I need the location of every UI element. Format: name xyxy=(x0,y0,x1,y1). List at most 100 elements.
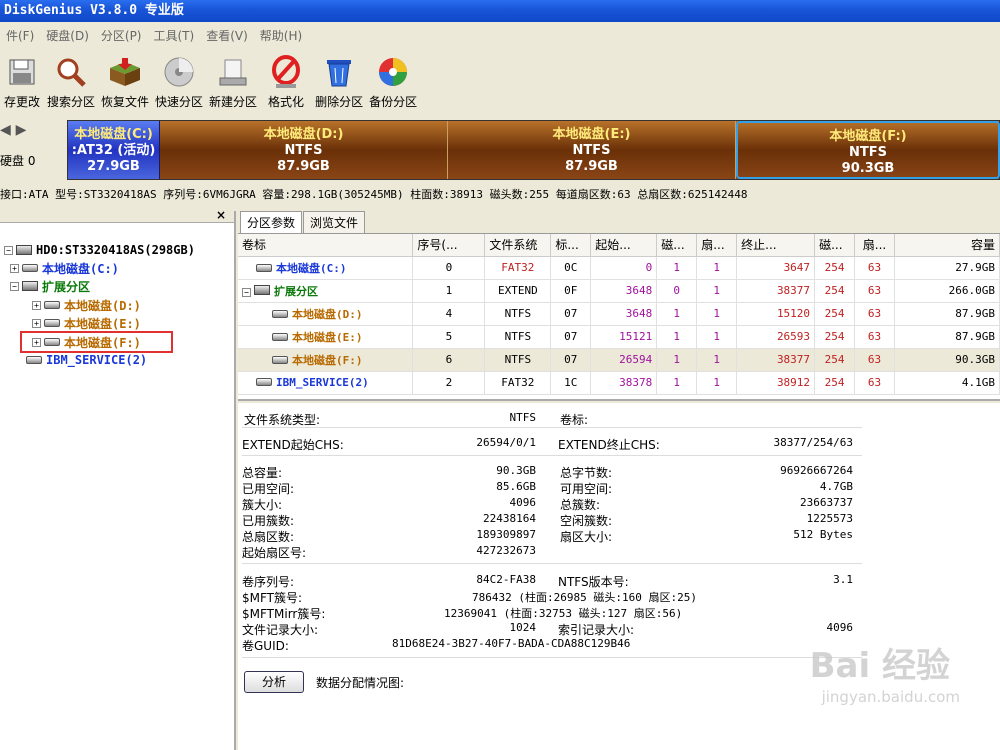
ntfs-version-label: NTFS版本号: xyxy=(558,575,629,589)
col-header-flag[interactable]: 标... xyxy=(550,234,592,257)
quick-partition-button[interactable]: 快速分区 xyxy=(152,48,206,110)
partition-icon xyxy=(44,301,60,309)
partition-icon xyxy=(26,356,42,364)
col-header-end[interactable]: 终止... xyxy=(736,234,816,257)
col-header-head1[interactable]: 磁... xyxy=(656,234,698,257)
menu-file[interactable]: 件(F) xyxy=(0,27,40,44)
disk-nav-arrows[interactable]: ◀ ▶ xyxy=(0,122,26,138)
partition-segment-e[interactable]: 本地磁盘(E:) NTFS 87.9GB xyxy=(448,121,736,179)
format-button[interactable]: 格式化 xyxy=(260,48,312,110)
partition-segment-d[interactable]: 本地磁盘(D:) NTFS 87.9GB xyxy=(160,121,448,179)
used-space-label: 已用空间: xyxy=(242,482,295,496)
partition-table: 卷标 序号(... 文件系统 标... 起始... 磁... 扇... 终止..… xyxy=(238,233,1000,401)
close-icon[interactable]: × xyxy=(216,208,226,222)
sector-size-label: 扇区大小: xyxy=(560,530,613,544)
collapse-icon[interactable]: − xyxy=(10,281,19,291)
mft-cluster-value: 786432 (柱面:26985 磁头:160 扇区:25) xyxy=(472,591,697,604)
extended-partition-icon xyxy=(22,281,38,291)
tree-node-hd0[interactable]: − HD0:ST3320418AS(298GB) xyxy=(4,241,195,259)
menu-help[interactable]: 帮助(H) xyxy=(254,27,308,44)
total-capacity-value: 90.3GB xyxy=(496,464,536,477)
mftmirr-cluster-label: $MFTMirr簇号: xyxy=(242,607,326,621)
used-clusters-label: 已用簇数: xyxy=(242,514,295,528)
col-header-capacity[interactable]: 容量 xyxy=(894,234,1000,257)
box-recover-icon xyxy=(108,55,142,89)
partition-segment-f[interactable]: 本地磁盘(F:) NTFS 90.3GB xyxy=(736,121,1000,179)
menu-disk[interactable]: 硬盘(D) xyxy=(40,27,95,44)
menu-view[interactable]: 查看(V) xyxy=(200,27,254,44)
total-sectors-value: 189309897 xyxy=(476,528,536,541)
col-header-sec1[interactable]: 扇... xyxy=(696,234,738,257)
col-header-head2[interactable]: 磁... xyxy=(814,234,856,257)
baidu-watermark: Bai 经验 xyxy=(809,646,950,686)
format-no-icon xyxy=(269,55,303,89)
backup-pie-icon xyxy=(376,55,410,89)
collapse-icon[interactable]: − xyxy=(242,287,251,297)
table-row[interactable]: 本地磁盘(C:) 0 FAT32 0C 0 1 1 3647 254 63 27… xyxy=(238,256,1000,280)
sector-size-value: 512 Bytes xyxy=(793,528,853,541)
data-allocation-label: 数据分配情况图: xyxy=(316,676,405,690)
extend-start-chs-label: EXTEND起始CHS: xyxy=(242,438,344,452)
expand-icon[interactable]: + xyxy=(10,263,19,273)
extend-end-chs-value: 38377/254/63 xyxy=(773,436,853,449)
tab-bar: 分区参数 浏览文件 xyxy=(238,211,1000,233)
volume-label-label: 卷标: xyxy=(560,413,589,427)
col-header-start[interactable]: 起始... xyxy=(590,234,658,257)
menu-partition[interactable]: 分区(P) xyxy=(95,27,148,44)
tree-node-e[interactable]: + 本地磁盘(E:) xyxy=(32,314,141,332)
disk-map: ◀ ▶ 硬盘 0 本地磁盘(C:) :AT32 (活动) 27.9GB 本地磁盘… xyxy=(0,118,1000,182)
tree-node-ibm-service[interactable]: IBM_SERVICE(2) xyxy=(26,351,147,369)
partition-icon xyxy=(256,263,272,272)
tab-partition-params[interactable]: 分区参数 xyxy=(240,211,303,233)
mftmirr-cluster-value: 12369041 (柱面:32753 磁头:127 扇区:56) xyxy=(444,607,683,620)
partition-bar: 本地磁盘(C:) :AT32 (活动) 27.9GB 本地磁盘(D:) NTFS… xyxy=(67,120,1000,180)
save-changes-button[interactable]: 存更改 xyxy=(0,48,44,110)
new-partition-button[interactable]: 新建分区 xyxy=(206,48,260,110)
expand-icon[interactable]: + xyxy=(32,300,41,310)
total-bytes-value: 96926667264 xyxy=(780,464,853,477)
menu-bar: 件(F) 硬盘(D) 分区(P) 工具(T) 查看(V) 帮助(H) xyxy=(0,24,1000,46)
used-space-value: 85.6GB xyxy=(496,480,536,493)
menu-tools[interactable]: 工具(T) xyxy=(148,27,201,44)
cluster-size-label: 簇大小: xyxy=(242,498,283,512)
disk-tree-pane: × − HD0:ST3320418AS(298GB) + 本地磁盘(C:) − 扩展分… xyxy=(0,208,236,750)
delete-partition-button[interactable]: 删除分区 xyxy=(312,48,366,110)
total-bytes-label: 总字节数: xyxy=(560,466,613,480)
partition-icon xyxy=(272,355,288,364)
tree-node-d[interactable]: + 本地磁盘(D:) xyxy=(32,296,141,314)
free-clusters-value: 1225573 xyxy=(806,512,853,525)
table-row-selected[interactable]: 本地磁盘(F:) 6 NTFS 07 26594 1 1 38377 254 6… xyxy=(238,348,1000,372)
volume-serial-label: 卷序列号: xyxy=(242,575,295,589)
tree-node-extended[interactable]: − 扩展分区 xyxy=(10,277,90,295)
backup-partition-button[interactable]: 备份分区 xyxy=(366,48,420,110)
index-record-size-value: 4096 xyxy=(826,621,854,634)
start-sector-label: 起始扇区号: xyxy=(242,546,307,560)
table-row[interactable]: 本地磁盘(D:) 4 NTFS 07 3648 1 1 15120 254 63… xyxy=(238,302,1000,326)
table-row[interactable]: IBM_SERVICE(2) 2 FAT32 1C 38378 1 1 3891… xyxy=(238,371,1000,395)
volume-guid-label: 卷GUID: xyxy=(242,639,289,653)
col-header-index[interactable]: 序号(... xyxy=(412,234,486,257)
partition-icon xyxy=(44,319,60,327)
col-header-fs[interactable]: 文件系统 xyxy=(484,234,552,257)
table-row[interactable]: − 扩展分区 1 EXTEND 0F 3648 0 1 38377 254 63 … xyxy=(238,279,1000,303)
used-clusters-value: 22438164 xyxy=(483,512,536,525)
col-header-sec2[interactable]: 扇... xyxy=(854,234,895,257)
search-partition-button[interactable]: 搜索分区 xyxy=(44,48,98,110)
extend-end-chs-label: EXTEND终止CHS: xyxy=(558,438,660,452)
extend-start-chs-value: 26594/0/1 xyxy=(476,436,536,449)
baidu-watermark-url: jingyan.baidu.com xyxy=(821,688,960,706)
collapse-icon[interactable]: − xyxy=(4,245,13,255)
hard-disk-icon xyxy=(16,245,32,255)
partition-segment-c[interactable]: 本地磁盘(C:) :AT32 (活动) 27.9GB xyxy=(68,121,160,179)
table-header-row: 卷标 序号(... 文件系统 标... 起始... 磁... 扇... 终止..… xyxy=(238,234,1000,257)
tree-node-c[interactable]: + 本地磁盘(C:) xyxy=(10,259,119,277)
partition-icon xyxy=(256,378,272,386)
recover-files-button[interactable]: 恢复文件 xyxy=(98,48,152,110)
expand-icon[interactable]: + xyxy=(32,318,41,328)
disk-info-line: 接口:ATA 型号:ST3320418AS 序列号:6VM6JGRA 容量:29… xyxy=(0,188,748,201)
tab-browse-files[interactable]: 浏览文件 xyxy=(303,211,366,233)
col-header-label[interactable]: 卷标 xyxy=(238,234,414,257)
total-clusters-value: 23663737 xyxy=(800,496,853,509)
table-row[interactable]: 本地磁盘(E:) 5 NTFS 07 15121 1 1 26593 254 6… xyxy=(238,325,1000,349)
analyze-button[interactable]: 分析 xyxy=(244,671,304,693)
